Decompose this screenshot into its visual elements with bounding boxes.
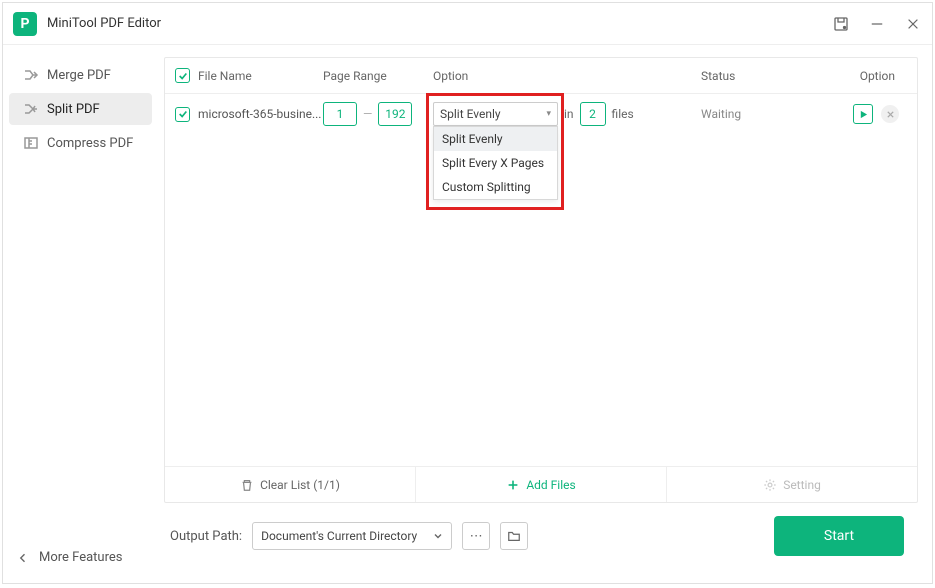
trash-icon (240, 478, 254, 492)
sidebar: Merge PDF Split PDF Compress PDF (3, 45, 158, 173)
compress-icon (23, 135, 39, 151)
save-icon[interactable] (832, 15, 850, 33)
sidebar-item-label: Split PDF (47, 102, 100, 117)
bottom-bar: Output Path: Document's Current Director… (164, 503, 918, 569)
setting-label: Setting (783, 478, 821, 492)
status-cell: Waiting (701, 107, 831, 121)
page-from-input[interactable] (323, 102, 357, 126)
files-text: files (612, 107, 634, 121)
main-panel: File Name Page Range Option Status Optio… (158, 45, 932, 583)
page-range-cell: — (323, 102, 433, 126)
output-path-select[interactable]: Document's Current Directory (252, 522, 452, 550)
split-icon (23, 101, 39, 117)
table-row: microsoft-365-busine... — Split Evenly ▾ (165, 94, 917, 134)
output-path-value: Document's Current Directory (261, 529, 417, 543)
dropdown-item-everyx[interactable]: Split Every X Pages (434, 151, 557, 175)
sidebar-item-label: Merge PDF (47, 68, 111, 83)
sidebar-item-label: Compress PDF (47, 136, 133, 151)
clear-list-label: Clear List (1/1) (260, 478, 340, 492)
split-mode-dropdown: Split Evenly Split Every X Pages Custom … (433, 126, 558, 200)
remove-button[interactable] (881, 105, 899, 123)
chevron-down-icon: ▾ (546, 109, 551, 119)
app-title: MiniTool PDF Editor (47, 16, 832, 31)
sidebar-item-compress[interactable]: Compress PDF (9, 127, 152, 159)
clear-list-button[interactable]: Clear List (1/1) (165, 467, 416, 502)
gear-icon (763, 478, 777, 492)
more-features-button[interactable]: More Features (17, 550, 144, 565)
sidebar-item-split[interactable]: Split PDF (9, 93, 152, 125)
col-option-label: Option (433, 69, 701, 83)
file-name-text: microsoft-365-busine... (198, 107, 321, 121)
row-checkbox[interactable] (175, 107, 190, 122)
col-filename-label: File Name (198, 69, 252, 83)
app-logo-icon: P (13, 12, 37, 36)
table-footer: Clear List (1/1) Add Files Setting (165, 466, 917, 502)
col-status-label: Status (701, 69, 831, 83)
add-files-label: Add Files (526, 478, 575, 492)
select-wrapper: Split Evenly ▾ Split Evenly Split Every … (433, 102, 558, 126)
add-files-button[interactable]: Add Files (416, 467, 667, 502)
more-features-label: More Features (39, 550, 123, 565)
select-all-checkbox[interactable] (175, 68, 190, 83)
left-column: Merge PDF Split PDF Compress PDF (3, 45, 158, 583)
output-path-label: Output Path: (170, 529, 242, 544)
files-count-input[interactable] (580, 102, 606, 126)
select-value: Split Evenly (440, 107, 501, 121)
browse-folder-button[interactable] (500, 522, 528, 550)
chevron-left-icon (17, 552, 29, 564)
table-header-row: File Name Page Range Option Status Optio… (165, 58, 917, 94)
titlebar: P MiniTool PDF Editor (3, 3, 932, 45)
window-controls (832, 15, 922, 33)
col-filename: File Name (175, 68, 323, 83)
plus-icon (506, 478, 520, 492)
more-options-button[interactable]: ⋯ (462, 522, 490, 550)
folder-icon (507, 529, 521, 543)
setting-button[interactable]: Setting (667, 467, 917, 502)
dropdown-item-custom[interactable]: Custom Splitting (434, 175, 557, 199)
start-button[interactable]: Start (774, 516, 904, 556)
sidebar-item-merge[interactable]: Merge PDF (9, 59, 152, 91)
range-dash: — (363, 107, 372, 121)
col-range-label: Page Range (323, 69, 433, 83)
run-button[interactable] (853, 104, 873, 124)
app-window: P MiniTool PDF Editor Merge PDF (2, 2, 933, 584)
in-text: in (564, 107, 574, 121)
file-table: File Name Page Range Option Status Optio… (164, 57, 918, 503)
body: Merge PDF Split PDF Compress PDF (3, 45, 932, 583)
dropdown-item-evenly[interactable]: Split Evenly (434, 127, 557, 151)
merge-icon (23, 67, 39, 83)
file-name-cell: microsoft-365-busine... (175, 107, 323, 122)
col-option2-label: Option (831, 69, 907, 83)
row-actions (831, 104, 907, 124)
minimize-icon[interactable] (868, 15, 886, 33)
sidebar-footer: More Features (3, 550, 158, 583)
option-cell: Split Evenly ▾ Split Evenly Split Every … (433, 102, 701, 126)
chevron-down-icon (433, 531, 443, 541)
split-mode-select[interactable]: Split Evenly ▾ (433, 102, 558, 126)
ellipsis-icon: ⋯ (470, 529, 483, 544)
page-to-input[interactable] (378, 102, 412, 126)
close-icon[interactable] (904, 15, 922, 33)
